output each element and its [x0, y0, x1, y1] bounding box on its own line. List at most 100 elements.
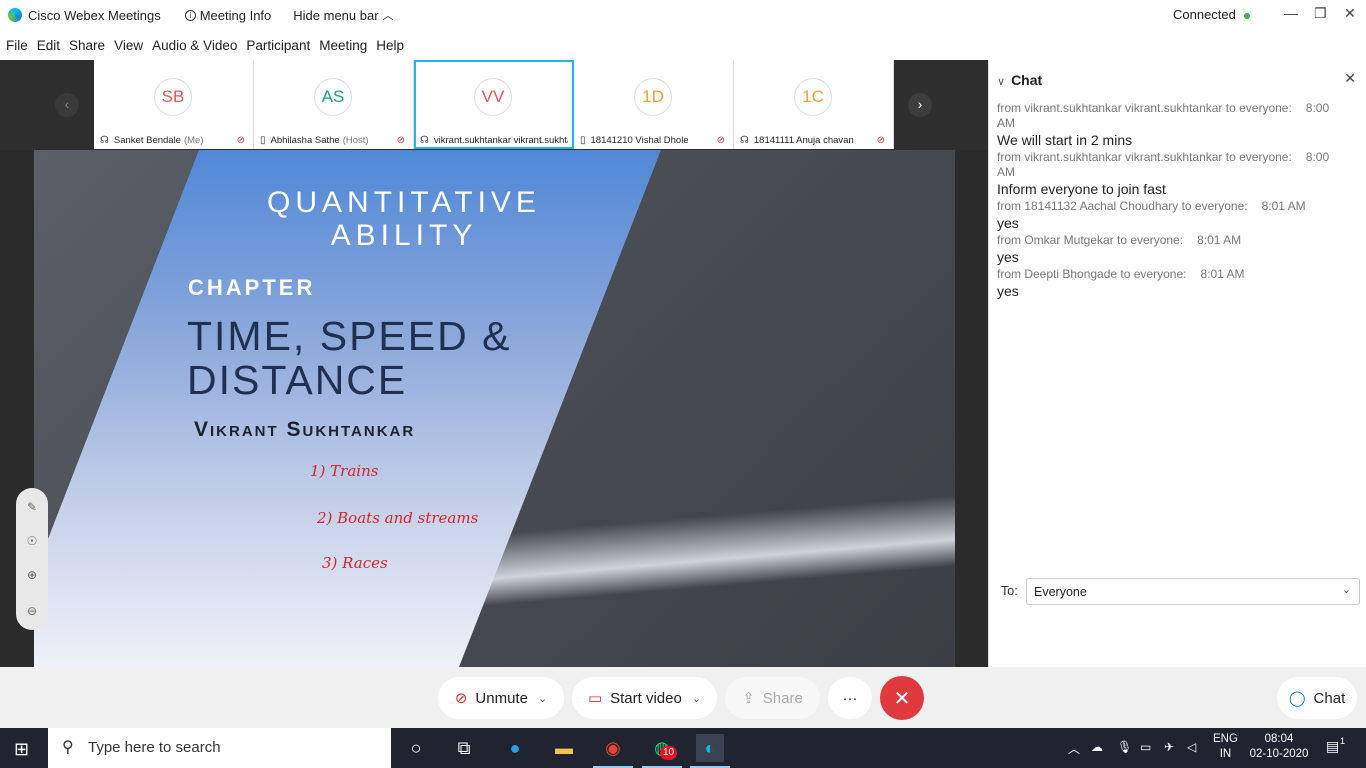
slide-title: QUANTITATIVE ABILITY	[267, 186, 541, 252]
participant-strip: ‹ SB ☊ Sanket Bendale (Me) ⊘ AS ▯ Abhilasha…	[0, 60, 988, 150]
chevron-up-icon: ︿	[382, 10, 394, 22]
whatsapp-unread-badge: 10	[660, 746, 678, 760]
close-chat-icon[interactable]: ✕	[1344, 70, 1356, 87]
chat-message-sender: from vikrant.sukhtankar vikrant.sukhtank…	[997, 150, 1330, 179]
avatar: 1D	[634, 78, 672, 116]
participant-tile[interactable]: AS ▯ Abhilasha Sathe (Host) ⊘	[254, 60, 414, 149]
chat-message-text: Inform everyone to join fast	[997, 181, 1166, 197]
cortana-icon[interactable]: ○	[402, 734, 430, 762]
share-button[interactable]: ⇪ Share	[725, 677, 820, 719]
input-language-indicator[interactable]: ENG IN	[1213, 732, 1238, 762]
chat-message-text: yes	[997, 215, 1019, 231]
meeting-info-button[interactable]: i Meeting Info	[184, 7, 272, 23]
chat-header[interactable]: ∨ Chat	[997, 72, 1042, 88]
status-dot-icon	[1243, 12, 1250, 19]
leave-meeting-button[interactable]: ✕	[880, 676, 924, 720]
restore-icon[interactable]: ❐	[1314, 5, 1327, 22]
chat-title: Chat	[1011, 72, 1043, 88]
windows-start-icon[interactable]: ⊞	[14, 739, 29, 760]
hide-menu-bar-button[interactable]: Hide menu bar ︿	[293, 7, 393, 23]
window-title-bar: Cisco Webex Meetings i Meeting Info Hide…	[0, 0, 1366, 30]
chat-recipient-select[interactable]: Everyone ⌄	[1026, 578, 1360, 605]
menu-help[interactable]: Help	[376, 38, 404, 53]
headset-icon: ☊	[420, 135, 429, 146]
muted-mic-icon: ⊘	[454, 690, 468, 707]
headset-icon: ☊	[100, 135, 109, 146]
task-view-icon[interactable]: ⧉	[450, 734, 478, 762]
menu-share[interactable]: Share	[69, 38, 105, 53]
chat-message-text: We will start in 2 mins	[997, 132, 1133, 148]
battery-icon[interactable]: ▭	[1140, 740, 1151, 754]
microphone-icon[interactable]: 🎙	[1117, 740, 1132, 754]
show-hidden-icons-icon[interactable]: ︿	[1068, 740, 1080, 757]
webex-taskbar-icon[interactable]: ◐	[690, 734, 730, 768]
taskbar-clock[interactable]: 08:04 02-10-2020	[1248, 732, 1310, 762]
phone-icon: ▯	[580, 135, 586, 146]
menu-audio-video[interactable]: Audio & Video	[152, 38, 237, 53]
annotation-toolbar: ✎ ☉ ⊕ ⊖	[16, 488, 48, 630]
chat-recipient-label: To:	[1001, 584, 1018, 598]
chat-message: from Deepti Bhongade to everyone: 8:01 AM…	[997, 267, 1337, 301]
participant-name: ☊ 18141111 Anuja chavan	[740, 135, 854, 146]
chevron-down-icon[interactable]: ⌄	[692, 692, 701, 705]
menu-meeting[interactable]: Meeting	[319, 38, 367, 53]
chat-toggle-button[interactable]: ◯ Chat	[1277, 677, 1357, 719]
notifications-icon[interactable]: ▤	[1326, 738, 1339, 755]
annotation-note: 3) Races	[322, 554, 388, 572]
menu-file[interactable]: File	[6, 38, 28, 53]
chat-message-text: yes	[997, 283, 1019, 299]
participant-tile[interactable]: SB ☊ Sanket Bendale (Me) ⊘	[94, 60, 254, 149]
video-off-icon: ▭	[587, 690, 603, 707]
participant-name: ▯ 18141210 Vishal Dhole	[580, 135, 689, 146]
network-icon[interactable]: ✈	[1164, 740, 1174, 754]
menu-participant[interactable]: Participant	[246, 38, 310, 53]
meeting-info-label: Meeting Info	[199, 7, 272, 23]
avatar: 1C	[794, 78, 832, 116]
avatar: VV	[474, 78, 512, 116]
volume-icon[interactable]: ◁	[1187, 740, 1196, 754]
annotate-pen-icon[interactable]: ✎	[16, 500, 48, 514]
participant-tile-active-speaker[interactable]: VV ☊ vikrant.sukhtankar vikrant.sukhta...	[414, 60, 574, 149]
previous-participants-button[interactable]: ‹	[55, 93, 79, 117]
phone-icon: ▯	[260, 135, 266, 146]
slide-author: Vikrant Sukhtankar	[194, 418, 416, 441]
onedrive-icon[interactable]: ☁	[1091, 740, 1103, 754]
chat-message-sender: from vikrant.sukhtankar vikrant.sukhtank…	[997, 101, 1330, 130]
muted-mic-icon: ⊘	[716, 135, 725, 146]
close-window-icon[interactable]: ✕	[1344, 5, 1356, 22]
start-video-label: Start video	[610, 689, 682, 707]
chrome-icon[interactable]: ◉	[593, 734, 633, 768]
zoom-out-icon[interactable]: ⊖	[16, 604, 48, 618]
more-options-button[interactable]: ···	[828, 677, 872, 719]
taskbar-search-box[interactable]: ⚲ Type here to search	[48, 728, 391, 768]
file-explorer-icon[interactable]: ▬	[550, 734, 578, 762]
start-video-button[interactable]: ▭ Start video ⌄	[572, 677, 717, 719]
participant-name: ☊ vikrant.sukhtankar vikrant.sukhta...	[420, 135, 568, 146]
shared-content-area: QUANTITATIVE ABILITY CHAPTER TIME, SPEED…	[0, 150, 988, 667]
avatar: AS	[314, 78, 352, 116]
avatar: SB	[154, 78, 192, 116]
participant-tile[interactable]: 1D ▯ 18141210 Vishal Dhole ⊘	[574, 60, 734, 149]
chevron-down-icon[interactable]: ⌄	[538, 692, 547, 705]
close-icon: ✕	[893, 687, 911, 710]
annotation-note: 2) Boats and streams	[317, 509, 479, 527]
edge-browser-icon[interactable]: ●	[501, 734, 529, 762]
participant-tile[interactable]: 1C ☊ 18141111 Anuja chavan ⊘	[734, 60, 894, 149]
minimize-icon[interactable]: —	[1284, 5, 1298, 21]
menu-bar: File Edit Share View Audio & Video Parti…	[0, 30, 1366, 60]
hide-menu-bar-label: Hide menu bar	[293, 7, 379, 23]
menu-edit[interactable]: Edit	[37, 38, 60, 53]
presentation-slide: QUANTITATIVE ABILITY CHAPTER TIME, SPEED…	[34, 150, 955, 667]
pointer-icon[interactable]: ☉	[16, 534, 48, 548]
connection-status-text: Connected	[1173, 7, 1236, 22]
chat-message: from 18141132 Aachal Choudhary to everyo…	[997, 199, 1337, 233]
next-participants-button[interactable]: ›	[908, 93, 932, 117]
more-options-icon: ···	[842, 689, 858, 707]
windows-taskbar: ⊞ ⚲ Type here to search ○ ⧉ ● ▬ ◉ ◍ ◐ ︿ …	[0, 728, 1366, 768]
unmute-button[interactable]: ⊘ Unmute ⌄	[438, 677, 564, 719]
chat-message-text: yes	[997, 249, 1019, 265]
zoom-in-icon[interactable]: ⊕	[16, 568, 48, 582]
unmute-label: Unmute	[475, 689, 528, 707]
chat-message-sender: from Deepti Bhongade to everyone: 8:01 AM	[997, 267, 1245, 281]
menu-view[interactable]: View	[114, 38, 143, 53]
